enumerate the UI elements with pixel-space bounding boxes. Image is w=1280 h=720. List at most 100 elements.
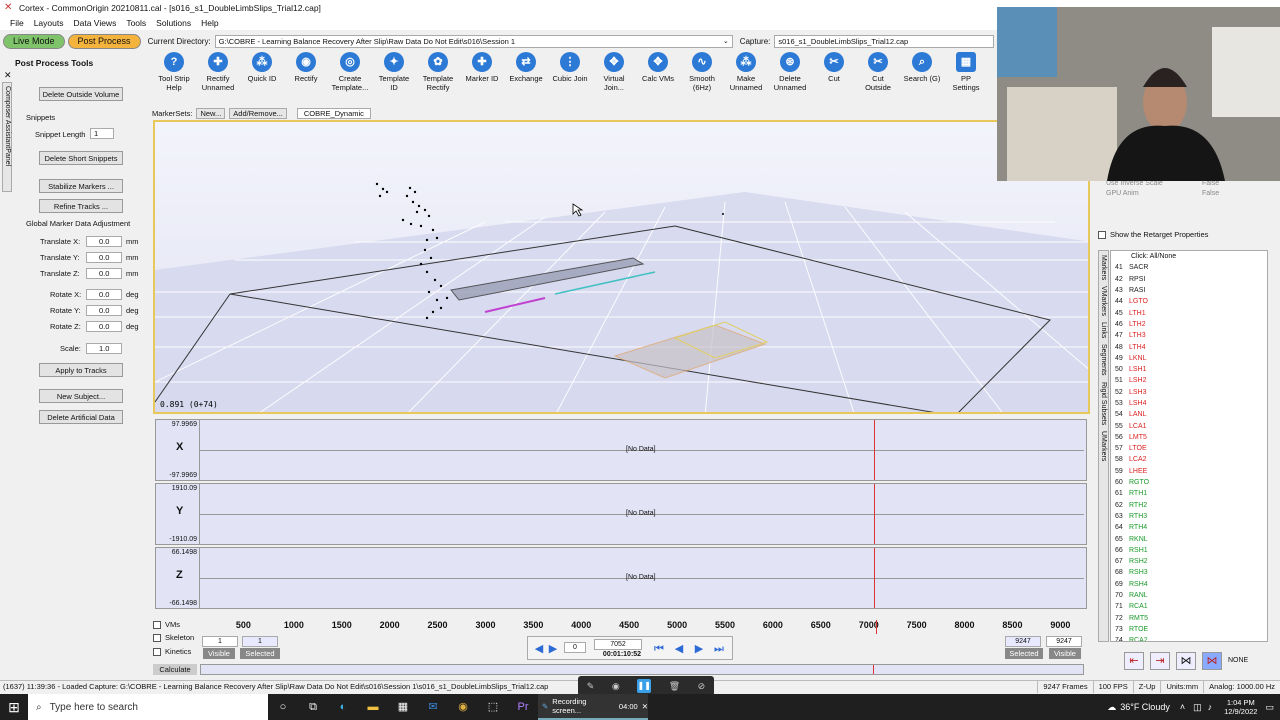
webcam-icon[interactable]: ◉ [612, 681, 620, 692]
menu-solutions[interactable]: Solutions [156, 18, 191, 28]
tab-rigid-subsets[interactable]: Rigid Subsets [1100, 382, 1107, 425]
selected-end-button[interactable]: Selected [1005, 648, 1043, 659]
stop-icon[interactable]: ⊘ [698, 681, 706, 692]
marker-row[interactable]: 61 RTH1 [1111, 488, 1267, 499]
tool-exchange[interactable]: ⇄ Exchange [504, 52, 548, 102]
marker-row[interactable]: 74 RCA2 [1111, 635, 1267, 641]
show-retarget-checkbox[interactable]: Show the Retarget Properties [1098, 230, 1208, 239]
skip-end-icon[interactable]: ⏭ [712, 642, 726, 656]
refine-tracks-button[interactable]: Refine Tracks ... [39, 199, 123, 213]
gpu-anim-value[interactable]: False [1202, 190, 1219, 197]
tray-chevron-icon[interactable]: ˄ [1180, 702, 1185, 712]
inverse-scale-value[interactable]: False [1202, 180, 1219, 187]
marker-list[interactable]: Click: All/None 41 SACR 42 RPSI 43 RASI 44 LGTO… [1110, 250, 1268, 642]
trash-icon[interactable]: 🗑 [669, 681, 680, 692]
click-all-none[interactable]: Click: All/None [1111, 251, 1267, 262]
tool-quick-id[interactable]: ⁂ Quick ID [240, 52, 284, 102]
range-start-input[interactable]: 1 [202, 636, 238, 647]
skip-start-icon[interactable]: ⏮ [652, 642, 666, 656]
marker-row[interactable]: 62 RTH2 [1111, 500, 1267, 511]
marker-row[interactable]: 67 RSH2 [1111, 556, 1267, 567]
marker-row[interactable]: 54 LANL [1111, 409, 1267, 420]
tool-marker-id[interactable]: ✚ Marker ID [460, 52, 504, 102]
pause-recording-icon[interactable]: ❚❚ [637, 679, 652, 693]
marker-row[interactable]: 58 LCA2 [1111, 454, 1267, 465]
menu-file[interactable]: File [10, 18, 24, 28]
close-panel-icon[interactable]: ✕ [4, 70, 12, 81]
timeline-cursor[interactable] [875, 620, 877, 634]
skeleton-checkbox[interactable]: Skeleton [153, 633, 194, 642]
tab-links[interactable]: Links [1100, 322, 1107, 338]
edge-icon[interactable]: ◐ [328, 694, 358, 720]
graph-z-frame-cursor[interactable] [874, 548, 875, 608]
step-input[interactable]: 0 [564, 642, 586, 653]
graph-y[interactable]: 1910.09 Y -1910.09 [No Data] [155, 483, 1087, 545]
weather-text[interactable]: 36°F Cloudy [1120, 702, 1170, 712]
composer-assistant-tab[interactable]: Composer AssistantPanel [2, 82, 12, 192]
marker-row[interactable]: 50 LSH1 [1111, 364, 1267, 375]
translate-x-input[interactable]: 0.0 [86, 236, 122, 247]
tool-rectify-unnamed[interactable]: ✚ Rectify Unnamed [196, 52, 240, 102]
translate-z-input[interactable]: 0.0 [86, 268, 122, 279]
marker-row[interactable]: 43 RASI [1111, 285, 1267, 296]
selection-start-input[interactable]: 1 [242, 636, 278, 647]
selected-start-button[interactable]: Selected [240, 648, 280, 659]
kinetics-checkbox[interactable]: Kinetics [153, 647, 191, 656]
tool-search-g[interactable]: ⌕ Search (G) [900, 52, 944, 102]
range-end-input[interactable]: 9247 [1046, 636, 1082, 647]
marker-row[interactable]: 45 LTH1 [1111, 307, 1267, 318]
stabilize-markers-button[interactable]: Stabilize Markers ... [39, 179, 123, 193]
cortex-taskbar-icon[interactable]: ⬚ [478, 694, 508, 720]
marker-row[interactable]: 53 LSH4 [1111, 398, 1267, 409]
marker-row[interactable]: 41 SACR [1111, 262, 1267, 273]
notification-icon[interactable]: ▭ [1265, 702, 1274, 713]
merge-icon[interactable]: ⋈ [1202, 652, 1222, 670]
calculate-dropdown[interactable]: Calculate [153, 664, 197, 675]
graph-x[interactable]: 97.9969 X -97.9969 [No Data] [155, 419, 1087, 481]
taskbar-search[interactable]: ⌕ Type here to search [28, 694, 268, 720]
rotate-y-input[interactable]: 0.0 [86, 305, 122, 316]
pen-icon[interactable]: ✎ [587, 681, 595, 692]
select-left-icon[interactable]: ⇤ [1124, 652, 1144, 670]
marker-row[interactable]: 55 LCA1 [1111, 420, 1267, 431]
translate-y-input[interactable]: 0.0 [86, 252, 122, 263]
menu-help[interactable]: Help [201, 18, 218, 28]
marker-row[interactable]: 68 RSH3 [1111, 567, 1267, 578]
current-directory-select[interactable]: G:\COBRE - Learning Balance Recovery Aft… [214, 34, 733, 48]
tool-smooth-6hz[interactable]: ∿ Smooth (6Hz) [680, 52, 724, 102]
select-right-icon[interactable]: ⇥ [1150, 652, 1170, 670]
step-forward-icon[interactable]: ▶ [692, 642, 706, 656]
tool-template-rectify[interactable]: ✿ Template Rectify [416, 52, 460, 102]
volume-icon[interactable]: ♪ [1208, 702, 1213, 712]
3d-viewport[interactable]: 0.891 (0+74) [153, 120, 1090, 414]
delete-artificial-data-button[interactable]: Delete Artificial Data [39, 410, 123, 424]
recording-task[interactable]: ✎ Recording screen... 04:00 ✕ [538, 694, 648, 720]
delete-short-snippets-button[interactable]: Delete Short Snippets [39, 151, 123, 165]
new-markerset-button[interactable]: New... [196, 107, 226, 119]
tab-vmarkers[interactable]: VMarkers [1100, 286, 1107, 316]
delete-outside-volume-button[interactable]: Delete Outside Volume [39, 87, 123, 101]
marker-row[interactable]: 42 RPSI [1111, 274, 1267, 285]
menu-tools[interactable]: Tools [126, 18, 146, 28]
tool-rectify[interactable]: ◉ Rectify [284, 52, 328, 102]
graph-z[interactable]: 66.1498 Z -66.1498 [No Data] [155, 547, 1087, 609]
live-mode-button[interactable]: Live Mode [3, 33, 65, 49]
tool-template-id[interactable]: ✦ Template ID [372, 52, 416, 102]
new-subject-button[interactable]: New Subject... [39, 389, 123, 403]
marker-row[interactable]: 57 LTOE [1111, 443, 1267, 454]
frame-number-input[interactable]: 7052 [594, 639, 642, 650]
tool-create-template[interactable]: ◎ Create Template... [328, 52, 372, 102]
marker-row[interactable]: 51 LSH2 [1111, 375, 1267, 386]
tool-tool-strip-help[interactable]: ? Tool Strip Help [152, 52, 196, 102]
tool-cut-outside[interactable]: ✂ Cut Outside [856, 52, 900, 102]
marker-row[interactable]: 49 LKNL [1111, 353, 1267, 364]
marker-row[interactable]: 71 RCA1 [1111, 601, 1267, 612]
calculate-strip[interactable] [200, 664, 1084, 675]
marker-row[interactable]: 73 RTOE [1111, 624, 1267, 635]
store-icon[interactable]: ▦ [388, 694, 418, 720]
play-reverse-icon[interactable]: ◀ [532, 642, 546, 656]
marker-row[interactable]: 63 RTH3 [1111, 511, 1267, 522]
marker-row[interactable]: 66 RSH1 [1111, 545, 1267, 556]
marker-row[interactable]: 64 RTH4 [1111, 522, 1267, 533]
graph-y-frame-cursor[interactable] [874, 484, 875, 544]
